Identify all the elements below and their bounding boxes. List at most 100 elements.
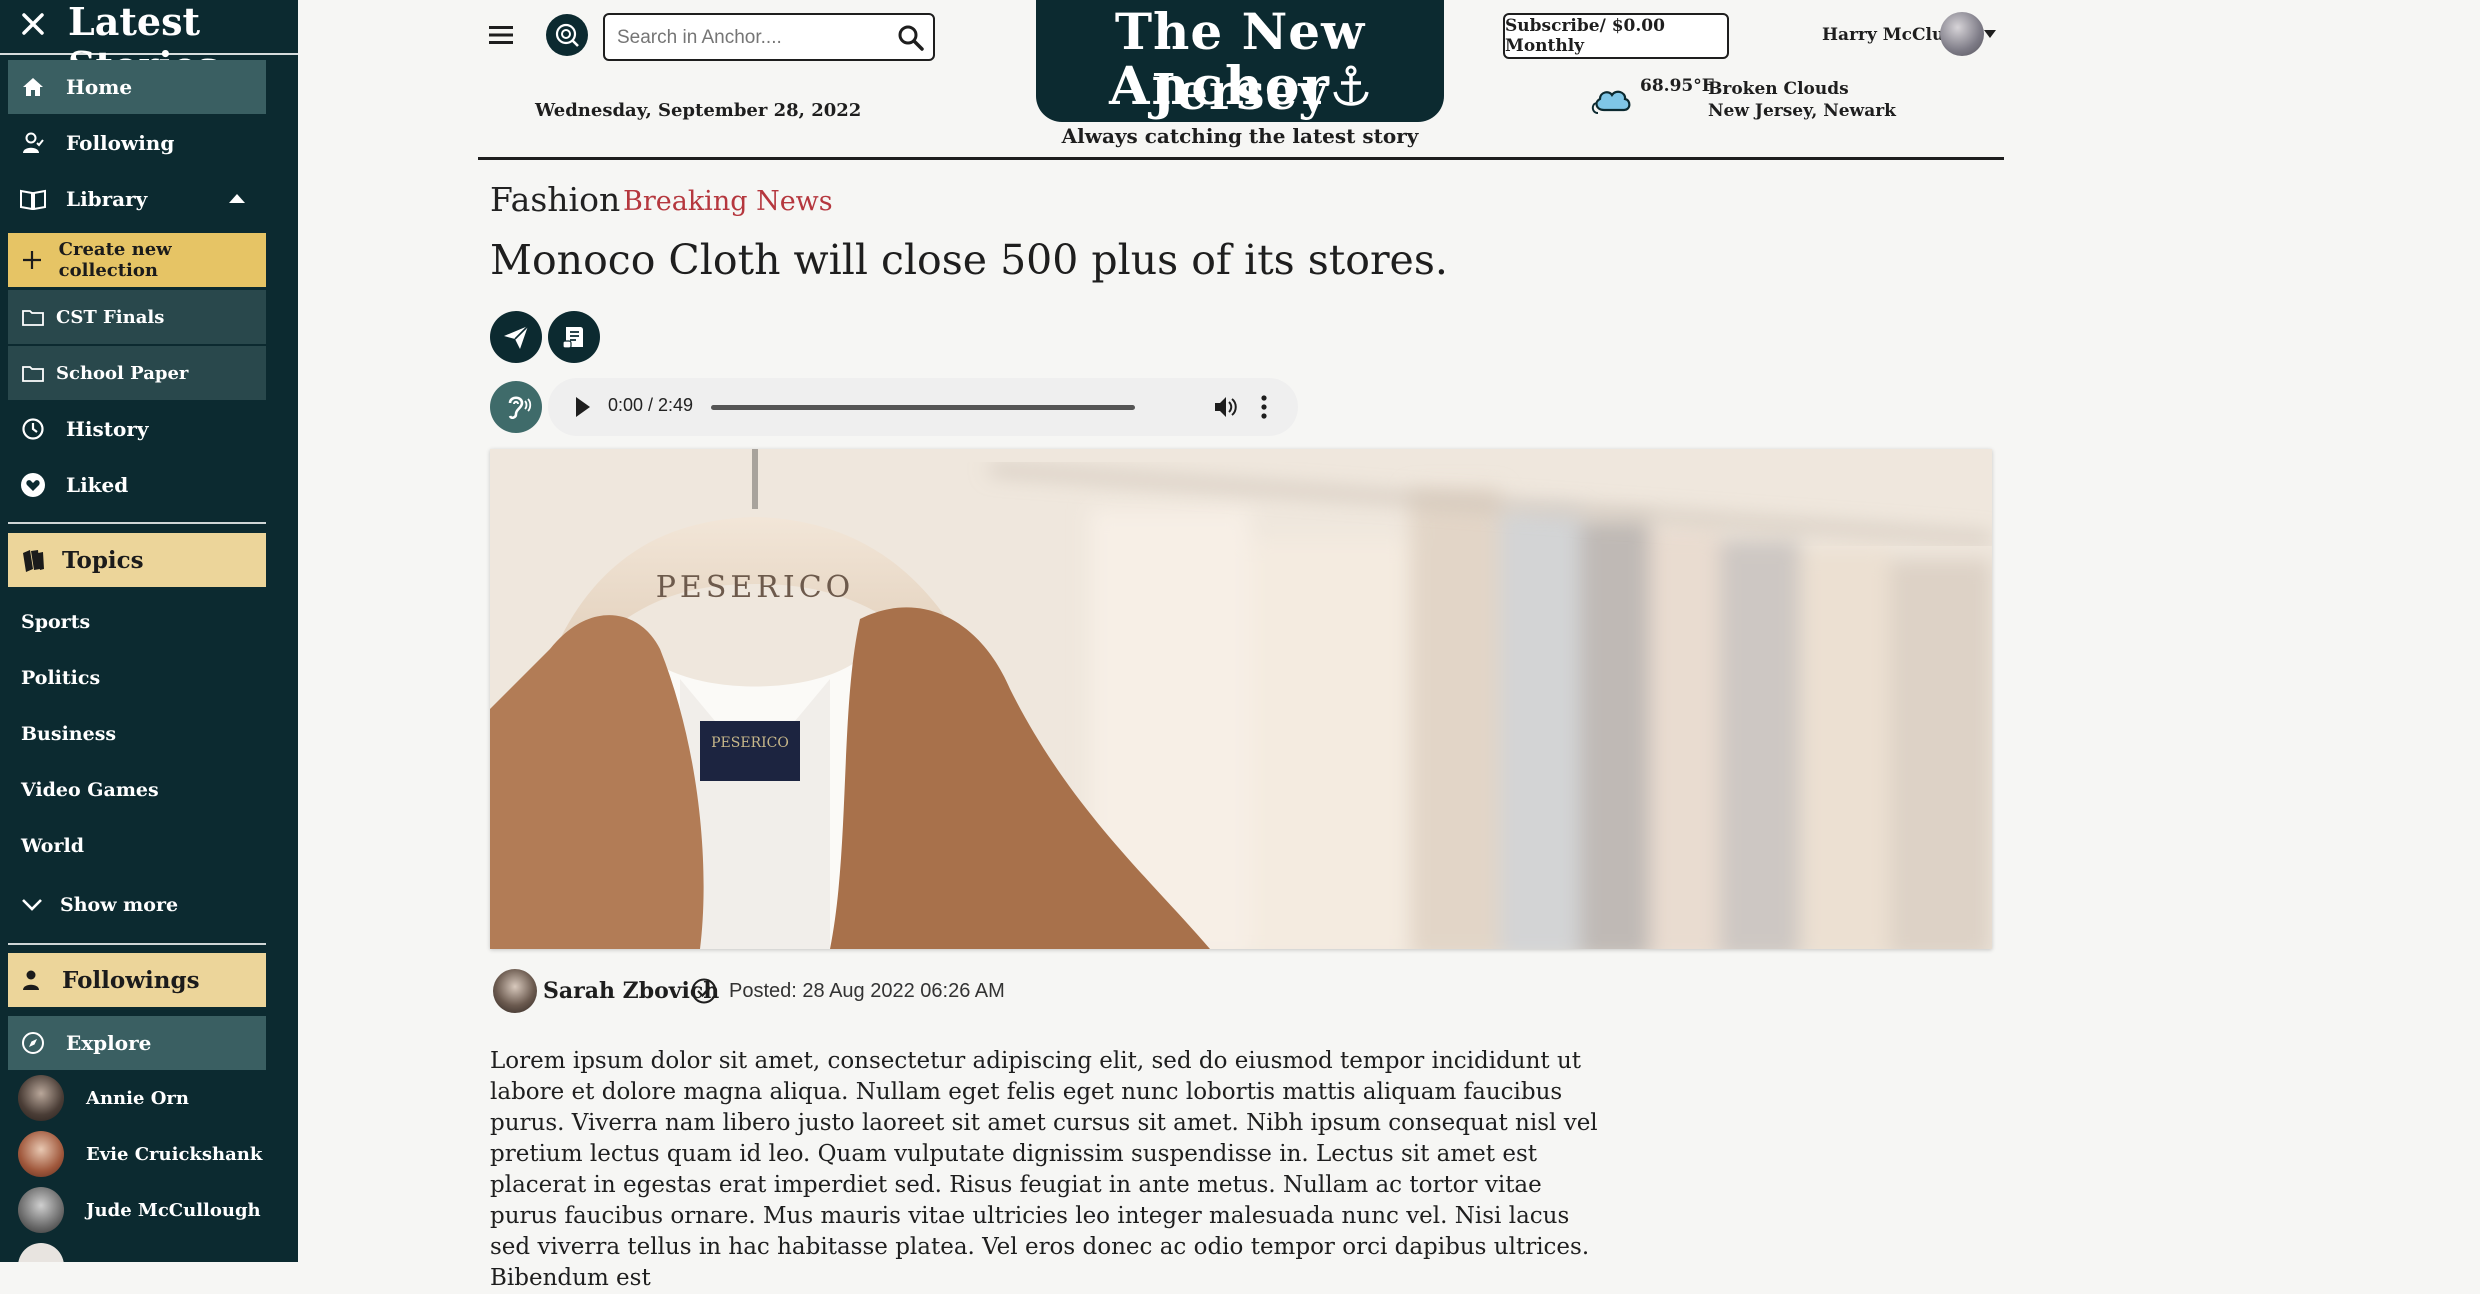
article-hero-image: PESERICO PESERICO xyxy=(490,449,1992,949)
shirt-label: PESERICO xyxy=(711,735,789,751)
avatar xyxy=(18,1243,64,1262)
history-icon xyxy=(20,416,46,442)
ear-icon xyxy=(508,396,532,420)
following-user[interactable]: Annie Orn xyxy=(18,1073,189,1123)
volume-icon[interactable] xyxy=(1212,393,1240,421)
topics-header[interactable]: Topics xyxy=(8,533,266,587)
scroll-icon xyxy=(562,327,583,349)
masthead-line2-text: Anchor xyxy=(1109,56,1331,117)
share-button[interactable] xyxy=(490,311,542,363)
listen-button[interactable] xyxy=(490,381,542,433)
following-user-name: Annie Orn xyxy=(86,1087,189,1109)
sidebar-item-library[interactable]: Library xyxy=(8,172,266,226)
audio-player[interactable]: 0:00 / 2:49 xyxy=(548,378,1298,436)
breaking-news-badge: Breaking News xyxy=(623,186,833,217)
close-icon[interactable] xyxy=(18,9,48,39)
create-collection-button[interactable]: Create new collection xyxy=(8,233,266,287)
audio-progress-track[interactable] xyxy=(711,405,1135,410)
anchor-icon xyxy=(1333,65,1369,106)
verified-icon xyxy=(691,978,717,1004)
avatar xyxy=(18,1187,64,1233)
create-collection-label: Create new collection xyxy=(58,239,172,281)
post-timestamp: Posted: 28 Aug 2022 06:26 AM xyxy=(729,980,1005,1002)
library-icon xyxy=(20,186,46,212)
following-user[interactable]: Jude McCullough xyxy=(18,1185,261,1235)
weather-description: Broken Clouds New Jersey, Newark xyxy=(1708,78,1896,122)
audio-time: 0:00 / 2:49 xyxy=(608,395,694,415)
topic-item[interactable]: Business xyxy=(21,723,116,745)
avatar xyxy=(18,1131,64,1177)
sidebar-item-history[interactable]: History xyxy=(8,402,266,456)
explore-label: Explore xyxy=(66,1031,152,1055)
save-to-collection-button[interactable] xyxy=(548,311,600,363)
chevron-up-icon[interactable] xyxy=(228,192,246,204)
paper-plane-icon xyxy=(504,325,529,349)
topic-item[interactable]: Sports xyxy=(21,611,90,633)
following-user-name: Evie Cruickshank xyxy=(86,1143,263,1165)
article-body: Lorem ipsum dolor sit amet, consectetur … xyxy=(490,1048,1598,1291)
followings-label: Followings xyxy=(62,966,200,994)
sidebar-item-label: Liked xyxy=(66,473,129,497)
collection-label: CST Finals xyxy=(56,306,165,328)
sidebar-header: Latest Stories xyxy=(0,0,298,88)
explore-button[interactable]: Explore xyxy=(8,1016,266,1070)
sidebar-divider xyxy=(8,522,266,524)
collection-item[interactable]: School Paper xyxy=(8,346,266,400)
folder-icon xyxy=(20,360,46,386)
sidebar-item-label: Following xyxy=(66,131,175,155)
sidebar-item-home[interactable]: Home xyxy=(8,60,266,114)
following-icon xyxy=(20,130,46,156)
header-divider xyxy=(478,157,2004,160)
tagline: Always catching the latest story xyxy=(1061,124,1419,148)
books-icon xyxy=(20,547,46,573)
cloud-icon xyxy=(1591,90,1631,114)
avatar xyxy=(18,1075,64,1121)
sidebar-item-label: History xyxy=(66,417,149,441)
weather-temperature: 68.95°F xyxy=(1640,76,1714,96)
hanger-brand: PESERICO xyxy=(656,570,855,605)
search-input[interactable] xyxy=(615,23,889,53)
weather-location: New Jersey, Newark xyxy=(1708,101,1896,121)
sidebar-item-liked[interactable]: Liked xyxy=(8,458,266,512)
sidebar-divider xyxy=(8,943,266,945)
magnifier-icon[interactable] xyxy=(897,24,925,52)
user-avatar[interactable] xyxy=(1940,12,1984,56)
play-icon[interactable] xyxy=(576,397,590,417)
sidebar-item-following[interactable]: Following xyxy=(8,116,266,170)
search-field[interactable] xyxy=(603,13,935,61)
masthead-logo[interactable]: The New Jersey Anchor xyxy=(1036,0,1444,122)
search-icon xyxy=(555,23,579,47)
collection-item[interactable]: CST Finals xyxy=(8,290,266,344)
more-options-icon[interactable] xyxy=(1261,394,1267,420)
weather-condition: Broken Clouds xyxy=(1708,79,1849,99)
topic-item[interactable]: Video Games xyxy=(21,779,159,801)
heart-icon xyxy=(20,472,46,498)
topics-label: Topics xyxy=(62,546,144,574)
home-icon xyxy=(20,74,46,100)
chevron-down-icon xyxy=(20,892,44,918)
show-more-label: Show more xyxy=(60,894,179,916)
author-avatar[interactable] xyxy=(493,969,537,1013)
sidebar-item-label: Home xyxy=(66,75,133,99)
hamburger-menu-icon[interactable] xyxy=(489,24,513,46)
sidebar: Latest Stories Home Following Library Cr… xyxy=(0,0,298,1262)
current-date: Wednesday, September 28, 2022 xyxy=(535,100,862,121)
followings-header[interactable]: Followings xyxy=(8,953,266,1007)
topic-item[interactable]: Politics xyxy=(21,667,100,689)
following-user[interactable]: Evie Cruickshank xyxy=(18,1129,262,1179)
following-user[interactable] xyxy=(18,1241,86,1262)
user-menu-caret-icon[interactable] xyxy=(1984,30,1996,38)
folder-icon xyxy=(20,304,46,330)
collection-label: School Paper xyxy=(56,362,189,384)
article-category[interactable]: Fashion xyxy=(490,180,620,219)
following-user-name: Jude McCullough xyxy=(86,1199,261,1221)
show-more-button[interactable]: Show more xyxy=(8,878,266,932)
plus-icon xyxy=(20,247,45,273)
search-button[interactable] xyxy=(546,14,588,56)
following-icon xyxy=(20,967,46,993)
sidebar-item-label: Library xyxy=(66,187,148,211)
topic-item[interactable]: World xyxy=(21,835,84,857)
compass-icon xyxy=(20,1030,46,1056)
article-headline: Monoco Cloth will close 500 plus of its … xyxy=(490,236,1448,284)
subscribe-button[interactable]: Subscribe/ $0.00 Monthly xyxy=(1503,13,1729,59)
